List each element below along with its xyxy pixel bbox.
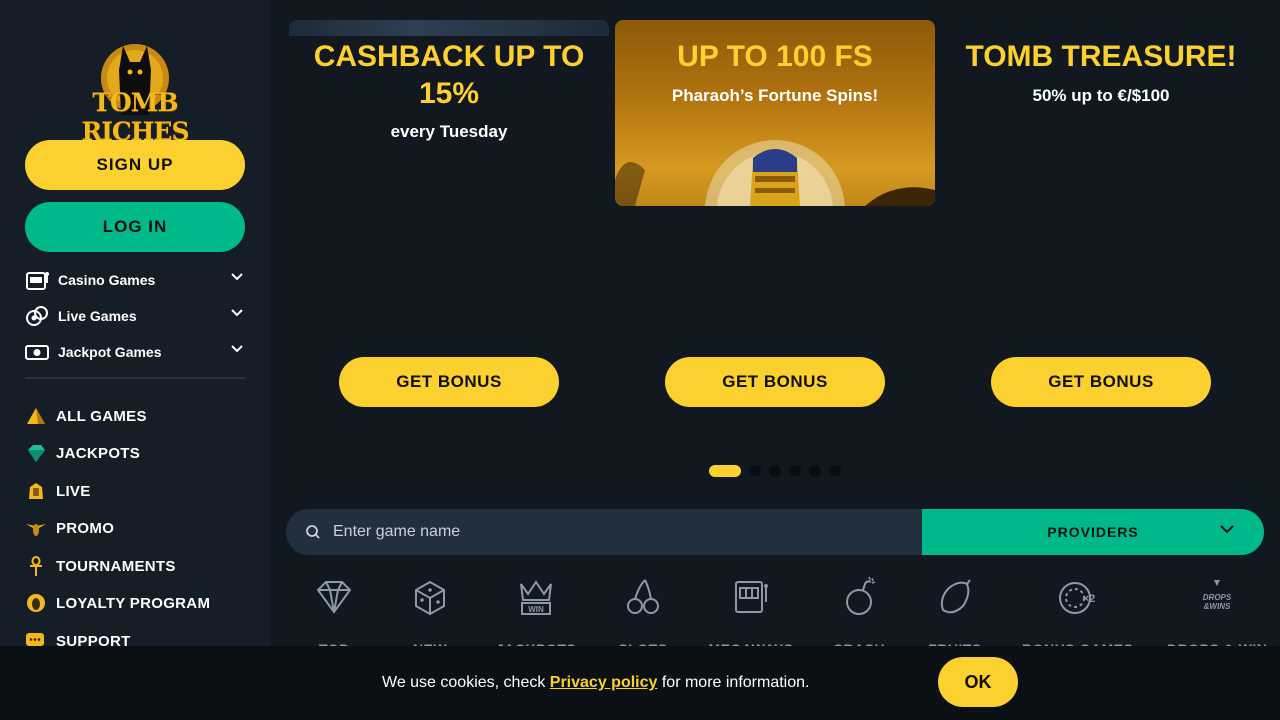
game-category-slots[interactable]: SLOTS (613, 576, 673, 657)
carousel-dot[interactable] (809, 465, 821, 477)
carousel-pagination (709, 465, 841, 477)
game-category-jackpots[interactable]: WIN JACKPOTS (496, 576, 576, 657)
promo-card-tomb-treasure[interactable]: TOMB TREASURE! 50% up to €/$100 (941, 20, 1261, 206)
game-category-bonus-games[interactable]: ×2 BONUS GAMES (1022, 576, 1133, 657)
promo-title: TOMB TREASURE! (965, 40, 1237, 73)
carousel-dot[interactable] (829, 465, 841, 477)
brand-logo[interactable]: TOMB RICHES (55, 40, 215, 146)
pyramid-icon (27, 408, 45, 424)
carousel-dot[interactable] (749, 465, 761, 477)
cash-icon (25, 345, 49, 360)
promo-subtitle: 50% up to €/$100 (1032, 86, 1170, 105)
logo-text: TOMB RICHES (81, 88, 189, 146)
sidebar-divider (25, 377, 245, 379)
category-label: Jackpot Games (58, 344, 162, 360)
promo-title: UP TO 100 FS (677, 40, 873, 73)
crown-win-icon: WIN (520, 580, 552, 615)
cherries-icon (627, 579, 659, 614)
nav-label: LOYALTY PROGRAM (56, 594, 211, 612)
cookie-ok-button[interactable]: OK (938, 657, 1018, 707)
game-category-new[interactable]: NEW (400, 576, 460, 657)
nav-label: PROMO (56, 519, 115, 537)
promo-banner-strip (289, 20, 609, 36)
game-category-megaways[interactable]: MEGAWAYS (706, 576, 796, 657)
providers-label: PROVIDERS (1047, 524, 1139, 540)
chevron-down-icon[interactable] (231, 345, 243, 353)
category-label: Live Games (58, 308, 137, 324)
log-in-button[interactable]: LOG IN (25, 202, 245, 252)
carousel-dot-active[interactable] (709, 465, 741, 477)
main-content: CASHBACK UP TO 15% every Tuesday UP TO 1… (270, 0, 1280, 720)
cookie-text-after: for more information. (657, 674, 810, 691)
sign-up-button[interactable]: SIGN UP (25, 140, 245, 190)
diamond-icon (316, 581, 352, 614)
game-category-drops-win[interactable]: DROPS&WINS DROPS & WIN (1167, 576, 1267, 657)
cookie-banner: We use cookies, check Privacy policy for… (0, 646, 1280, 720)
get-bonus-button[interactable]: GET BONUS (665, 357, 885, 407)
nav-tournaments[interactable]: TOURNAMENTS (25, 553, 176, 579)
privacy-policy-link[interactable]: Privacy policy (550, 674, 658, 691)
lemon-icon (940, 579, 971, 614)
chevron-down-icon[interactable] (231, 273, 243, 281)
svg-text:DROPS: DROPS (1203, 593, 1232, 602)
carousel-dot[interactable] (769, 465, 781, 477)
game-category-top[interactable]: TOP (304, 576, 364, 657)
carousel-dot[interactable] (789, 465, 801, 477)
nav-jackpots[interactable]: JACKPOTS (25, 440, 140, 466)
coin-x2-icon: ×2 (1059, 582, 1096, 614)
nav-label: TOURNAMENTS (56, 557, 176, 575)
slot-machine-icon (26, 272, 49, 290)
nav-live[interactable]: LIVE (25, 478, 91, 504)
cookie-text-before: We use cookies, check (382, 674, 550, 691)
category-jackpot-games[interactable]: Jackpot Games (25, 338, 245, 366)
search-input[interactable] (286, 509, 922, 555)
pharaoh-icon (29, 483, 43, 499)
game-category-crash[interactable]: CRASH (829, 576, 889, 657)
nav-label: JACKPOTS (56, 444, 141, 462)
game-category-fruits[interactable]: FRUITS (925, 576, 985, 657)
promo-title: CASHBACK UP TO 15% (313, 40, 585, 110)
get-bonus-button[interactable]: GET BONUS (339, 357, 559, 407)
svg-text:&WINS: &WINS (1204, 602, 1231, 611)
get-bonus-button[interactable]: GET BONUS (991, 357, 1211, 407)
promo-card-cashback[interactable]: CASHBACK UP TO 15% every Tuesday (289, 20, 609, 206)
providers-dropdown[interactable]: PROVIDERS (922, 509, 1264, 555)
nav-promo[interactable]: PROMO (25, 515, 114, 541)
drops-wins-icon: DROPS&WINS (1203, 580, 1232, 611)
chips-icon (26, 306, 48, 326)
svg-text:WIN: WIN (528, 605, 544, 614)
bomb-icon (846, 576, 876, 615)
cookie-text: We use cookies, check Privacy policy for… (382, 674, 809, 692)
game-search-bar: PROVIDERS (286, 509, 1264, 555)
dice-icon (415, 580, 445, 616)
category-casino-games[interactable]: Casino Games (25, 266, 245, 294)
ankh-icon (30, 556, 42, 576)
gem-icon (28, 445, 45, 462)
category-live-games[interactable]: Live Games (25, 302, 245, 330)
chevron-down-icon (1220, 525, 1234, 534)
winged-scarab-icon (26, 524, 46, 536)
nav-all-games[interactable]: ALL GAMES (25, 403, 147, 429)
promo-subtitle: every Tuesday (390, 122, 508, 141)
nav-loyalty-program[interactable]: LOYALTY PROGRAM (25, 590, 210, 616)
sidebar: TOMB RICHES SIGN UP LOG IN Casino Games … (0, 0, 270, 720)
svg-text:×2: ×2 (1083, 593, 1096, 605)
nav-label: ALL GAMES (56, 407, 147, 425)
chevron-down-icon[interactable] (231, 309, 243, 317)
promo-card-free-spins[interactable]: UP TO 100 FS Pharaoh’s Fortune Spins! (615, 20, 935, 206)
scarab-icon (27, 594, 45, 612)
promo-subtitle: Pharaoh’s Fortune Spins! (671, 86, 879, 105)
category-label: Casino Games (58, 272, 156, 288)
slot-machine-icon (735, 581, 768, 613)
nav-label: LIVE (56, 482, 91, 500)
